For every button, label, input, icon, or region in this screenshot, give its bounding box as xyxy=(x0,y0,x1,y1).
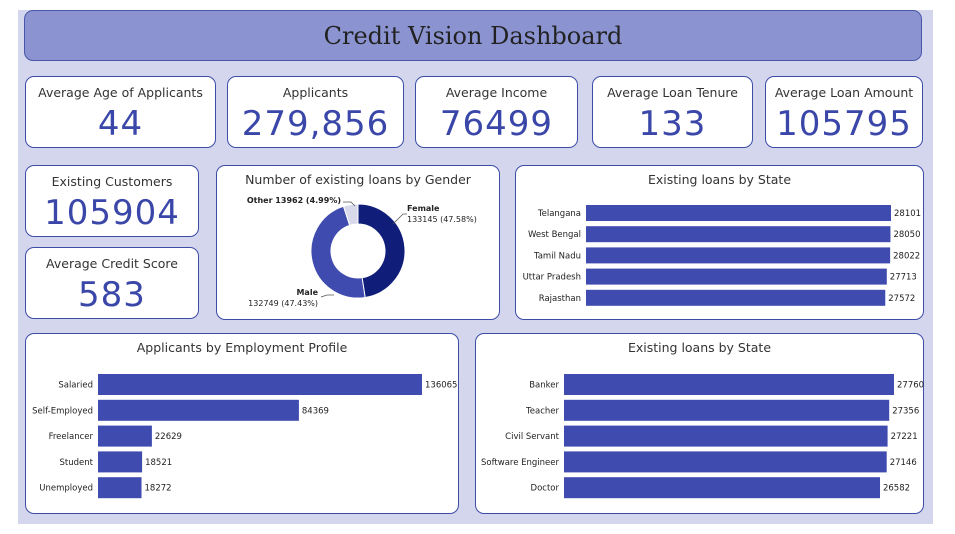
slice-value-label: 132749 (47.43%) xyxy=(248,299,318,308)
data-label: 136065 xyxy=(425,381,457,391)
kpi-label: Existing Customers xyxy=(51,174,173,189)
bar xyxy=(586,226,891,243)
kpi-card-applicants: Applicants 279,856 xyxy=(227,76,404,148)
bar xyxy=(564,399,890,421)
kpi-value: 133 xyxy=(638,104,707,144)
category-label: West Bengal xyxy=(528,230,581,240)
category-label: Uttar Pradesh xyxy=(523,273,581,283)
employment-bar-card: Applicants by Employment Profile Salarie… xyxy=(25,333,459,514)
data-label: 27221 xyxy=(891,432,918,442)
data-label: 26582 xyxy=(883,484,910,494)
data-label: 27356 xyxy=(892,406,919,416)
bar xyxy=(564,425,888,447)
kpi-value: 583 xyxy=(78,275,146,315)
bar xyxy=(564,451,887,473)
kpi-label: Average Age of Applicants xyxy=(38,85,203,100)
data-label: 28101 xyxy=(894,209,921,219)
category-label: Doctor xyxy=(531,484,560,494)
bar xyxy=(98,451,143,473)
kpi-label: Average Income xyxy=(445,85,548,100)
occupation-bar-chart: Banker 27760 Teacher 27356 Civil Servant 2722… xyxy=(481,374,924,499)
kpi-value: 105795 xyxy=(776,104,912,144)
data-label: 27146 xyxy=(890,458,917,468)
state-bar-card: Existing loans by State Telangana 28101 We… xyxy=(515,165,924,320)
bar xyxy=(98,477,142,499)
category-label: Civil Servant xyxy=(505,432,559,442)
data-label: 27760 xyxy=(897,381,924,391)
data-label: 27572 xyxy=(888,294,915,304)
dashboard-title-bar: Credit Vision Dashboard xyxy=(24,10,922,61)
slice-category-label: Male xyxy=(296,288,318,297)
data-label: 22629 xyxy=(155,432,182,442)
category-label: Software Engineer xyxy=(481,458,560,468)
category-label: Telangana xyxy=(537,209,581,219)
kpi-label: Applicants xyxy=(282,85,349,100)
kpi-label: Average Loan Amount xyxy=(774,85,914,100)
bar xyxy=(98,374,422,395)
gender-donut-card: Number of existing loans by Gender Femal… xyxy=(216,165,500,320)
category-label: Unemployed xyxy=(39,484,93,494)
employment-bar-chart: Salaried 136065 Self-Employed 84369 Freelanc… xyxy=(32,374,457,499)
data-label: 18272 xyxy=(145,484,172,494)
kpi-card-average-age: Average Age of Applicants 44 xyxy=(25,76,216,148)
kpi-card-average-loan-amount: Average Loan Amount 105795 xyxy=(765,76,923,148)
slice-category-label: Female xyxy=(407,204,440,213)
bar xyxy=(98,399,299,421)
bar xyxy=(586,289,886,306)
kpi-card-average-income: Average Income 76499 xyxy=(415,76,578,148)
bar xyxy=(586,205,891,221)
data-label: 27713 xyxy=(890,273,917,283)
state-bar-chart: Telangana 28101 West Bengal 28050 Tamil Nadu… xyxy=(523,205,921,306)
category-label: Banker xyxy=(529,381,559,391)
data-label: 28022 xyxy=(893,251,920,261)
kpi-value: 76499 xyxy=(439,104,554,144)
data-label: 18521 xyxy=(145,458,172,468)
data-label: 84369 xyxy=(302,406,329,416)
kpi-value: 105904 xyxy=(44,193,180,233)
category-label: Self-Employed xyxy=(32,406,93,416)
occupation-bar-card: Existing loans by State Banker 27760 Teach… xyxy=(475,333,924,514)
category-label: Tamil Nadu xyxy=(533,251,581,261)
bar xyxy=(564,477,880,499)
dashboard-title: Credit Vision Dashboard xyxy=(323,21,623,50)
kpi-value: 44 xyxy=(97,104,144,144)
category-label: Salaried xyxy=(58,381,93,391)
slice-value-label: 133145 (47.58%) xyxy=(407,215,477,224)
slice-value-label: Other 13962 (4.99%) xyxy=(247,196,341,205)
kpi-card-average-loan-tenure: Average Loan Tenure 133 xyxy=(592,76,753,148)
category-label: Rajasthan xyxy=(539,294,581,304)
gender-donut-chart: Female 133145 (47.58%) Male 132749 (47.43%)… xyxy=(247,196,477,308)
kpi-label: Average Loan Tenure xyxy=(607,85,738,100)
kpi-label: Average Credit Score xyxy=(46,256,178,271)
kpi-value: 279,856 xyxy=(241,104,390,144)
category-label: Freelancer xyxy=(49,432,94,442)
bar xyxy=(98,425,152,447)
bar xyxy=(586,247,891,264)
leader-line xyxy=(320,294,334,298)
data-label: 28050 xyxy=(893,230,920,240)
donut-slice-female xyxy=(357,203,406,299)
bar xyxy=(586,268,887,285)
kpi-card-existing-customers: Existing Customers 105904 xyxy=(25,165,199,237)
category-label: Student xyxy=(60,458,94,468)
category-label: Teacher xyxy=(525,406,559,416)
kpi-card-average-credit-score: Average Credit Score 583 xyxy=(25,247,199,319)
bar xyxy=(564,374,894,395)
